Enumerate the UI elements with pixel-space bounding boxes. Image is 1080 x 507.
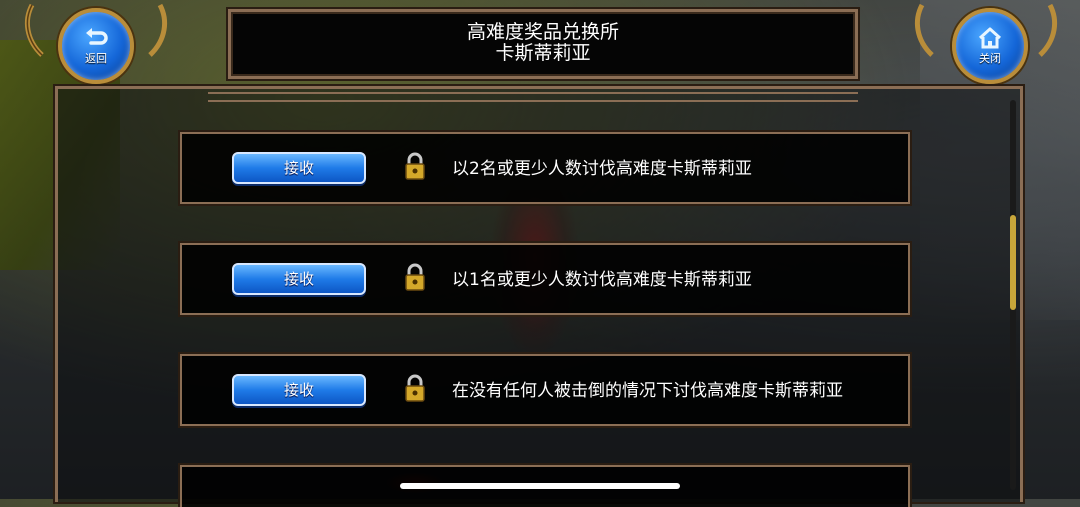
page-title: 高难度奖品兑换所 (466, 21, 619, 43)
reward-description: 以2名或更少人数讨伐高难度卡斯蒂莉亚 (452, 159, 752, 179)
lock-icon (405, 152, 425, 180)
home-icon (978, 27, 1002, 48)
back-arrow-icon (86, 27, 108, 45)
close-button[interactable]: 关闭 (952, 8, 1028, 84)
back-button[interactable]: 返回 (58, 8, 134, 84)
panel-decorative-bar (208, 92, 858, 102)
receive-button[interactable]: 接收 (232, 263, 366, 295)
lock-icon (405, 263, 425, 291)
home-indicator[interactable] (400, 483, 680, 489)
back-label: 返回 (85, 51, 107, 65)
reward-row: 接收 在没有任何人被击倒的情况下讨伐高难度卡斯蒂莉亚 (180, 354, 910, 426)
reward-description: 以1名或更少人数讨伐高难度卡斯蒂莉亚 (452, 270, 752, 290)
reward-description: 在没有任何人被击倒的情况下讨伐高难度卡斯蒂莉亚 (452, 381, 843, 401)
reward-row: 接收 以2名或更少人数讨伐高难度卡斯蒂莉亚 (180, 132, 910, 204)
close-label: 关闭 (979, 51, 1001, 65)
lock-icon (405, 374, 425, 402)
receive-button[interactable]: 接收 (232, 374, 366, 406)
scrollbar-thumb[interactable] (1010, 215, 1016, 310)
page-subtitle: 卡斯蒂莉亚 (495, 42, 591, 64)
receive-button[interactable]: 接收 (232, 152, 366, 184)
reward-row: 接收 以1名或更少人数讨伐高难度卡斯蒂莉亚 (180, 243, 910, 315)
title-plaque: 高难度奖品兑换所 卡斯蒂莉亚 (228, 9, 858, 79)
